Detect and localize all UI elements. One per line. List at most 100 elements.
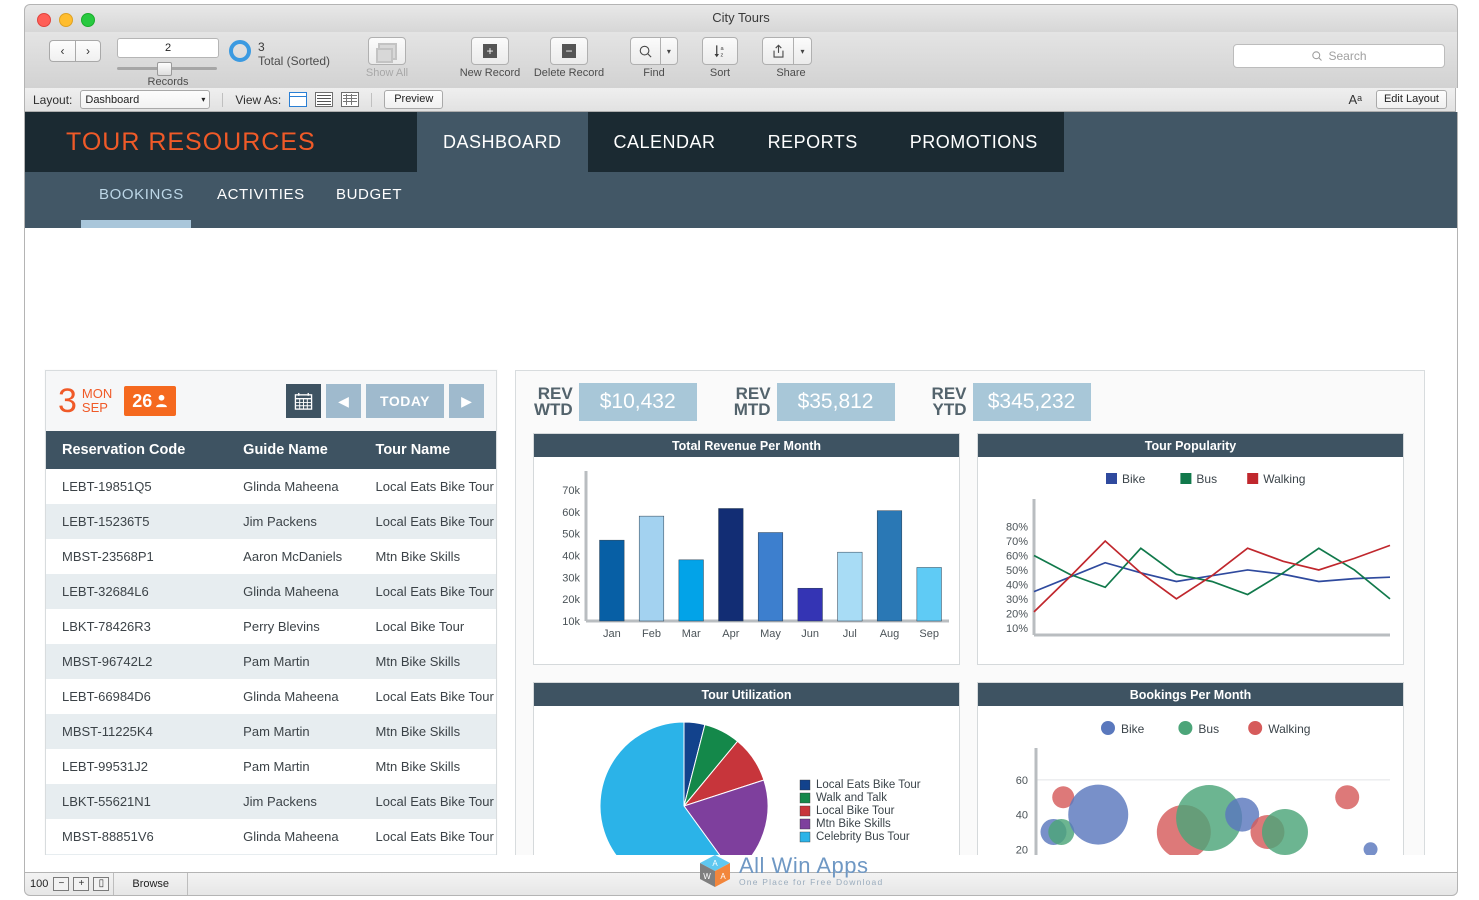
rev-ytd-label: REV YTD xyxy=(932,385,967,418)
reservations-table-body: LEBT-19851Q5 Glinda Maheena Local Eats B… xyxy=(46,469,496,872)
svg-text:Jul: Jul xyxy=(843,628,857,640)
cell-tour-name: Local Eats Bike Tour xyxy=(359,784,496,819)
stack-icon xyxy=(375,42,397,63)
next-day-button[interactable]: ▶ xyxy=(449,384,484,418)
search-icon[interactable] xyxy=(630,37,660,65)
revenue-stats-row: REV WTD $10,432 REV MTD $35,812 REV YTD … xyxy=(516,371,1424,433)
new-record-group[interactable]: + New Record xyxy=(455,37,525,79)
subnav-active-indicator xyxy=(81,220,191,228)
next-record-button[interactable]: › xyxy=(75,40,101,62)
view-as-list-icon[interactable] xyxy=(315,92,334,107)
record-slider[interactable] xyxy=(117,62,217,76)
svg-text:a: a xyxy=(720,46,724,52)
subnav-tab-budget[interactable]: BUDGET xyxy=(336,186,402,203)
chevron-down-icon: ▾ xyxy=(201,95,206,104)
svg-text:Bike: Bike xyxy=(1121,722,1145,736)
record-pie-icon xyxy=(229,40,251,62)
table-row[interactable]: LBKT-78426R3 Perry Blevins Local Bike To… xyxy=(46,609,496,644)
find-group[interactable]: ▾ Find xyxy=(630,37,678,79)
zoom-in-button[interactable]: + xyxy=(73,877,90,891)
table-row[interactable]: LEBT-15236T5 Jim Packens Local Eats Bike… xyxy=(46,504,496,539)
svg-text:20%: 20% xyxy=(1006,608,1028,620)
cell-tour-name: Local Eats Bike Tour xyxy=(359,504,496,539)
chevron-down-icon[interactable]: ▾ xyxy=(793,37,812,65)
subnav-tab-bookings[interactable]: BOOKINGS xyxy=(99,186,184,203)
svg-text:60: 60 xyxy=(1016,775,1028,787)
table-row[interactable]: LEBT-32684L6 Glinda Maheena Local Eats B… xyxy=(46,574,496,609)
svg-text:70%: 70% xyxy=(1006,536,1028,548)
nav-tab-reports[interactable]: REPORTS xyxy=(741,112,884,172)
delete-record-group[interactable]: − Delete Record xyxy=(530,37,608,79)
nav-tab-calendar[interactable]: CALENDAR xyxy=(587,112,742,172)
new-record-button[interactable]: + xyxy=(471,37,509,65)
find-label: Find xyxy=(643,67,665,79)
table-row[interactable]: LEBT-99531J2 Pam Martin Mtn Bike Skills xyxy=(46,749,496,784)
toggle-status-area-button[interactable]: ▯ xyxy=(93,877,110,891)
popularity-chart-panel: Tour Popularity Bike Bus Walking 10% 20% 30% 4… xyxy=(977,433,1404,665)
show-all-group[interactable]: Show All xyxy=(359,37,415,79)
view-as-table-icon[interactable] xyxy=(341,92,360,107)
record-slider-knob[interactable] xyxy=(157,62,172,76)
find-button[interactable]: ▾ xyxy=(630,37,678,65)
cell-tour-name: Mtn Bike Skills xyxy=(375,759,461,774)
cell-tour-name: Local Eats Bike Tour xyxy=(359,574,496,609)
date-navigation[interactable]: ◀ TODAY ▶ xyxy=(286,384,484,418)
preview-button[interactable]: Preview xyxy=(384,90,444,109)
filemaker-window: City Tours ‹ › 2 Records 3 Total (Sorted… xyxy=(0,0,1479,900)
reservations-table: Reservation Code Guide Name Tour Name LE… xyxy=(46,431,496,872)
layout-label: Layout: xyxy=(33,92,73,107)
main-toolbar: ‹ › 2 Records 3 Total (Sorted) Show All xyxy=(24,32,1458,88)
column-header-guide-name[interactable]: Guide Name xyxy=(227,431,360,469)
svg-text:10%: 10% xyxy=(1006,623,1028,635)
calendar-picker-button[interactable] xyxy=(286,384,322,418)
share-group[interactable]: ▾ Share xyxy=(762,37,820,79)
nav-tab-promotions[interactable]: PROMOTIONS xyxy=(883,112,1064,172)
table-row[interactable]: LEBT-66984D6 Glinda Maheena Local Eats B… xyxy=(46,679,496,714)
svg-text:60k: 60k xyxy=(562,507,580,519)
calendar-icon xyxy=(294,392,313,410)
analytics-panel: REV WTD $10,432 REV MTD $35,812 REV YTD … xyxy=(515,370,1425,872)
search-input[interactable]: Search xyxy=(1233,44,1445,68)
previous-day-button[interactable]: ◀ xyxy=(326,384,362,418)
search-icon xyxy=(1312,51,1323,61)
search-placeholder: Search xyxy=(1328,49,1367,63)
svg-text:Bus: Bus xyxy=(1198,722,1219,736)
previous-record-button[interactable]: ‹ xyxy=(49,40,75,62)
column-header-tour-name[interactable]: Tour Name xyxy=(359,431,496,469)
total-label: Total (Sorted) xyxy=(258,54,331,68)
subnav-tab-activities[interactable]: ACTIVITIES xyxy=(217,186,305,203)
svg-text:Walking: Walking xyxy=(1268,722,1310,736)
mode-label[interactable]: Browse xyxy=(114,878,187,890)
share-icon[interactable] xyxy=(762,37,793,65)
share-button[interactable]: ▾ xyxy=(762,37,820,65)
bookings-card: 3 MON SEP 26 ◀ TODAY ▶ Reservation Code … xyxy=(45,370,497,872)
sort-group[interactable]: a z Sort xyxy=(695,37,745,79)
sort-button[interactable]: a z xyxy=(702,37,738,65)
layout-select[interactable]: Dashboard ▾ xyxy=(80,90,211,109)
edit-layout-button[interactable]: Edit Layout xyxy=(1375,90,1447,109)
utilization-chart-title: Tour Utilization xyxy=(534,683,959,706)
chevron-down-icon[interactable]: ▾ xyxy=(659,37,678,65)
svg-text:80%: 80% xyxy=(1006,522,1028,534)
table-row[interactable]: MBST-96742L2 Pam Martin Mtn Bike Skills xyxy=(46,644,496,679)
current-record-input[interactable]: 2 xyxy=(117,38,219,58)
nav-tab-dashboard[interactable]: DASHBOARD xyxy=(417,112,588,172)
column-header-reservation-code[interactable]: Reservation Code xyxy=(46,431,228,469)
table-row[interactable]: MBST-11225K4 Pam Martin Mtn Bike Skills xyxy=(46,714,496,749)
table-row[interactable]: LEBT-19851Q5 Glinda Maheena Local Eats B… xyxy=(46,469,496,504)
table-row[interactable]: MBST-23568P1 Aaron McDaniels Mtn Bike Sk… xyxy=(46,539,496,574)
divider xyxy=(222,92,224,107)
record-nav-buttons[interactable]: ‹ › xyxy=(49,40,101,62)
table-row[interactable]: MBST-88851V6 Glinda Maheena Local Eats B… xyxy=(46,819,496,854)
show-all-button[interactable] xyxy=(368,37,406,65)
delete-record-button[interactable]: − xyxy=(550,37,588,65)
zoom-out-button[interactable]: − xyxy=(53,877,70,891)
view-as-form-icon[interactable] xyxy=(289,92,308,107)
total-count: 3 xyxy=(258,40,265,54)
svg-text:Mtn Bike Skills: Mtn Bike Skills xyxy=(816,818,891,830)
text-format-icon[interactable]: Aᵃ xyxy=(1348,92,1362,107)
table-row[interactable]: LBKT-55621N1 Jim Packens Local Eats Bike… xyxy=(46,784,496,819)
cell-reservation-code: MBST-96742L2 xyxy=(46,644,228,679)
delete-record-label: Delete Record xyxy=(533,67,605,79)
today-button[interactable]: TODAY xyxy=(366,384,444,418)
